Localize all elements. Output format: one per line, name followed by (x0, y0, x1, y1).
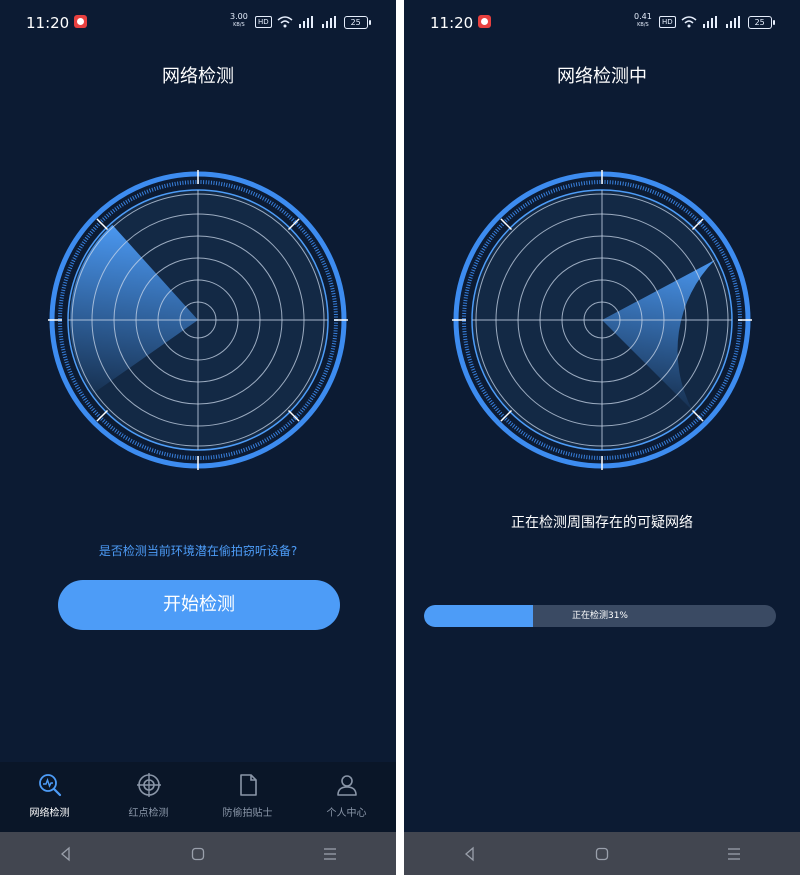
person-icon (336, 775, 357, 796)
home-icon[interactable] (594, 846, 610, 862)
network-speed-unit: KB/S (233, 22, 245, 28)
progress-label: 正在检测31% (571, 611, 628, 621)
status-bar: 11:20 0.41 KB/S HD 25 (404, 0, 800, 44)
document-icon (239, 774, 257, 796)
signal-icon (725, 16, 740, 28)
home-icon[interactable] (190, 846, 206, 862)
system-nav-bar (0, 832, 396, 875)
tab-anti-spy-tips[interactable]: 防偷拍贴士 (198, 762, 297, 832)
page-title: 网络检测中 (557, 66, 647, 87)
back-icon[interactable] (58, 846, 74, 862)
radar-graphic (452, 170, 752, 470)
page-title: 网络检测 (162, 66, 234, 87)
crosshair-icon (136, 773, 161, 797)
tab-personal-center[interactable]: 个人中心 (297, 762, 396, 832)
system-nav-bar (404, 832, 800, 875)
tab-label: 个人中心 (326, 808, 367, 819)
signal-icon (298, 16, 313, 28)
screen-network-detect: 11:20 3.00 KB/S HD 25 网络检测 是否检测当前环境潜在偷拍窃… (0, 0, 396, 875)
hd-icon: HD (255, 16, 272, 28)
detect-question: 是否检测当前环境潜在偷拍窃听设备? (98, 544, 298, 558)
app-notification-icon (478, 15, 491, 28)
start-detect-button[interactable]: 开始检测 (58, 580, 340, 630)
scan-status-text: 正在检测周围存在的可疑网络 (511, 515, 693, 531)
hd-icon: HD (659, 16, 676, 28)
battery-icon: 25 (343, 15, 371, 29)
radar-graphic (48, 170, 348, 470)
tab-label: 防偷拍贴士 (222, 808, 273, 819)
menu-icon[interactable] (726, 846, 742, 862)
tab-label: 网络检测 (29, 808, 70, 819)
menu-icon[interactable] (322, 846, 338, 862)
network-scan-icon (38, 774, 61, 797)
tab-redpoint-detect[interactable]: 红点检测 (99, 762, 198, 832)
wifi-icon (681, 16, 697, 28)
status-time: 11:20 (26, 14, 70, 32)
progress-bar: 正在检测31% (424, 605, 776, 627)
status-bar: 11:20 3.00 KB/S HD 25 (0, 0, 396, 44)
network-speed-unit: KB/S (637, 22, 649, 28)
app-notification-icon (74, 15, 87, 28)
wifi-icon (277, 16, 293, 28)
network-speed-value: 3.00 (230, 12, 248, 21)
battery-icon: 25 (747, 15, 775, 29)
signal-icon (702, 16, 717, 28)
network-speed: 0.41 KB/S (634, 13, 652, 29)
tab-bar: 网络检测 红点检测 防偷拍贴士 个人中心 (0, 762, 396, 832)
tab-network-detect[interactable]: 网络检测 (0, 762, 99, 832)
screen-network-detecting: 11:20 0.41 KB/S HD 25 网络检测中 正在检测周围存在的可疑网… (404, 0, 800, 875)
signal-icon (321, 16, 336, 28)
status-time: 11:20 (430, 14, 474, 32)
network-speed: 3.00 KB/S (230, 13, 248, 29)
tab-label: 红点检测 (128, 808, 169, 819)
network-speed-value: 0.41 (634, 12, 652, 21)
back-icon[interactable] (462, 846, 478, 862)
